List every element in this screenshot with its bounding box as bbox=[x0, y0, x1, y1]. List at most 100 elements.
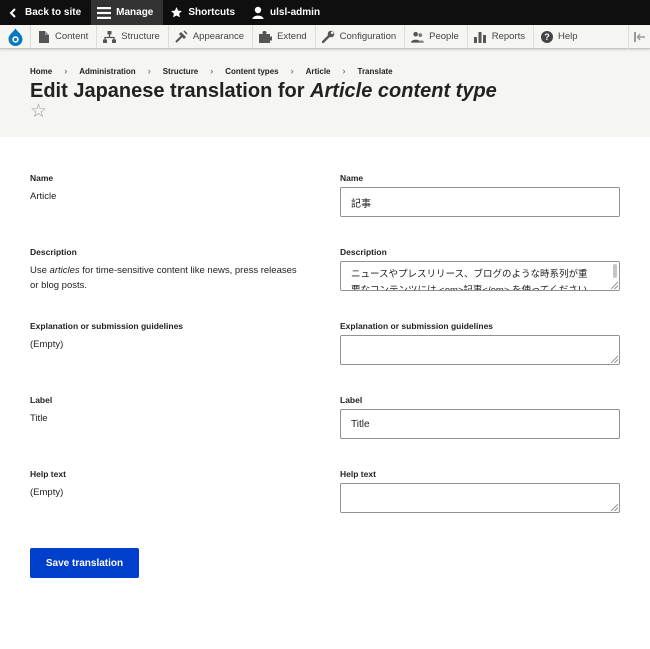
source-column: Label Title bbox=[30, 395, 300, 426]
orientation-icon bbox=[633, 32, 645, 42]
user-tab[interactable]: ulsl-admin bbox=[245, 0, 330, 25]
name-translation-input[interactable]: 記事 bbox=[340, 187, 620, 217]
source-value: Title bbox=[30, 413, 48, 424]
textarea-text bbox=[341, 484, 619, 489]
target-column: Explanation or submission guidelines bbox=[340, 321, 620, 365]
tray-item-configuration[interactable]: Configuration bbox=[316, 25, 406, 48]
page-header: Home › Administration › Structure › Cont… bbox=[0, 49, 650, 137]
breadcrumb: Home › Administration › Structure › Cont… bbox=[30, 66, 620, 76]
source-label: Description bbox=[30, 247, 77, 257]
breadcrumb-separator: › bbox=[342, 66, 346, 76]
breadcrumb-translate[interactable]: Translate bbox=[358, 67, 393, 76]
target-column: Help text bbox=[340, 469, 620, 513]
shortcuts-tab[interactable]: Shortcuts bbox=[163, 0, 245, 25]
breadcrumb-content-types[interactable]: Content types bbox=[225, 67, 278, 76]
chevron-left-icon bbox=[6, 6, 20, 20]
tray-item-label: Content bbox=[55, 31, 89, 42]
source-value-pre: Use bbox=[30, 265, 50, 276]
resize-grip-icon[interactable] bbox=[611, 356, 618, 363]
add-shortcut-star-icon[interactable]: ☆ bbox=[30, 102, 47, 121]
textarea-text bbox=[341, 336, 619, 341]
textarea-line: ニュースやプレスリリース、ブログのような時系列が重 bbox=[351, 269, 588, 280]
tray-orientation-toggle[interactable] bbox=[628, 25, 650, 49]
tray-item-label: Extend bbox=[277, 31, 307, 42]
structure-icon bbox=[103, 30, 117, 43]
source-value: Use articles for time-sensitive content … bbox=[30, 263, 300, 293]
target-column: Description ニュースやプレスリリース、ブログのような時系列が重 要な… bbox=[340, 247, 620, 291]
tray-item-label: Help bbox=[558, 31, 578, 42]
tray-item-label: Reports bbox=[491, 31, 526, 42]
breadcrumb-structure[interactable]: Structure bbox=[163, 67, 199, 76]
star-icon bbox=[169, 6, 183, 20]
breadcrumb-home[interactable]: Home bbox=[30, 67, 52, 76]
textarea-text: ニュースやプレスリリース、ブログのような時系列が重 要なコンテンツには <em>… bbox=[341, 262, 619, 291]
source-value-emphasis: articles bbox=[49, 265, 80, 276]
tray-item-appearance[interactable]: Appearance bbox=[169, 25, 254, 48]
target-label: Description bbox=[340, 247, 387, 257]
manage-tab[interactable]: Manage bbox=[91, 0, 164, 25]
target-label: Name bbox=[340, 173, 364, 183]
page-title: Edit Japanese translation for Article co… bbox=[30, 80, 620, 102]
textarea-scrollbar[interactable] bbox=[613, 264, 617, 278]
breadcrumb-separator: › bbox=[290, 66, 294, 76]
source-label: Name bbox=[30, 173, 54, 183]
tray-item-reports[interactable]: Reports bbox=[468, 25, 535, 48]
tray-item-label: Configuration bbox=[339, 31, 397, 42]
breadcrumb-separator: › bbox=[64, 66, 68, 76]
help-text-translation-textarea[interactable] bbox=[340, 483, 620, 513]
back-to-site-label: Back to site bbox=[25, 7, 82, 18]
breadcrumb-administration[interactable]: Administration bbox=[79, 67, 135, 76]
label-translation-input[interactable]: Title bbox=[340, 409, 620, 439]
tray-item-label: Structure bbox=[121, 31, 160, 42]
target-label: Help text bbox=[340, 469, 376, 479]
menu-icon bbox=[97, 6, 112, 20]
source-column: Name Article bbox=[30, 173, 300, 204]
back-to-site-link[interactable]: Back to site bbox=[0, 0, 91, 25]
reports-icon bbox=[474, 30, 487, 43]
target-label: Label bbox=[340, 395, 363, 405]
resize-grip-icon[interactable] bbox=[611, 282, 618, 289]
help-icon: ? bbox=[540, 30, 553, 43]
admin-menu-tray: Content Structure Appearance Extend Conf… bbox=[0, 25, 650, 49]
drupal-logo[interactable] bbox=[0, 25, 31, 48]
target-label: Explanation or submission guidelines bbox=[340, 321, 494, 331]
source-column: Help text (Empty) bbox=[30, 469, 300, 500]
user-icon bbox=[251, 6, 265, 20]
wrench-icon bbox=[321, 30, 335, 43]
source-value: (Empty) bbox=[30, 339, 64, 350]
save-translation-button[interactable]: Save translation bbox=[30, 548, 139, 578]
appearance-icon bbox=[175, 30, 188, 43]
user-label: ulsl-admin bbox=[270, 7, 321, 18]
page-title-emphasis: Article content type bbox=[310, 80, 497, 102]
source-value: Article bbox=[30, 191, 57, 202]
target-column: Label Title bbox=[340, 395, 620, 439]
source-label: Help text bbox=[30, 469, 66, 479]
page-title-prefix: Edit Japanese translation for bbox=[30, 80, 311, 102]
target-column: Name 記事 bbox=[340, 173, 620, 217]
source-label: Label bbox=[30, 395, 53, 405]
breadcrumb-separator: › bbox=[210, 66, 214, 76]
resize-grip-icon[interactable] bbox=[611, 504, 618, 511]
source-label: Explanation or submission guidelines bbox=[30, 321, 184, 331]
people-icon bbox=[411, 30, 425, 43]
breadcrumb-article[interactable]: Article bbox=[306, 67, 331, 76]
drupal-icon bbox=[8, 27, 22, 46]
tray-item-help[interactable]: ? Help bbox=[534, 25, 586, 48]
manage-label: Manage bbox=[116, 7, 154, 18]
tray-item-label: People bbox=[429, 31, 459, 42]
source-column: Explanation or submission guidelines (Em… bbox=[30, 321, 300, 352]
tray-item-structure[interactable]: Structure bbox=[97, 25, 169, 48]
description-translation-textarea[interactable]: ニュースやプレスリリース、ブログのような時系列が重 要なコンテンツには <em>… bbox=[340, 261, 620, 291]
source-value: (Empty) bbox=[30, 487, 64, 498]
tray-item-people[interactable]: People bbox=[405, 25, 468, 48]
breadcrumb-separator: › bbox=[147, 66, 151, 76]
explanation-translation-textarea[interactable] bbox=[340, 335, 620, 365]
extend-icon bbox=[259, 30, 273, 43]
admin-toolbar: Back to site Manage Shortcuts ulsl-admin bbox=[0, 0, 650, 25]
shortcuts-label: Shortcuts bbox=[188, 7, 236, 18]
source-column: Description Use articles for time-sensit… bbox=[30, 247, 300, 293]
tray-item-extend[interactable]: Extend bbox=[253, 25, 316, 48]
content-icon bbox=[37, 30, 50, 43]
textarea-line: 要なコンテンツには <em>記事</em> を使ってください。 bbox=[351, 285, 597, 291]
tray-item-content[interactable]: Content bbox=[31, 25, 98, 48]
